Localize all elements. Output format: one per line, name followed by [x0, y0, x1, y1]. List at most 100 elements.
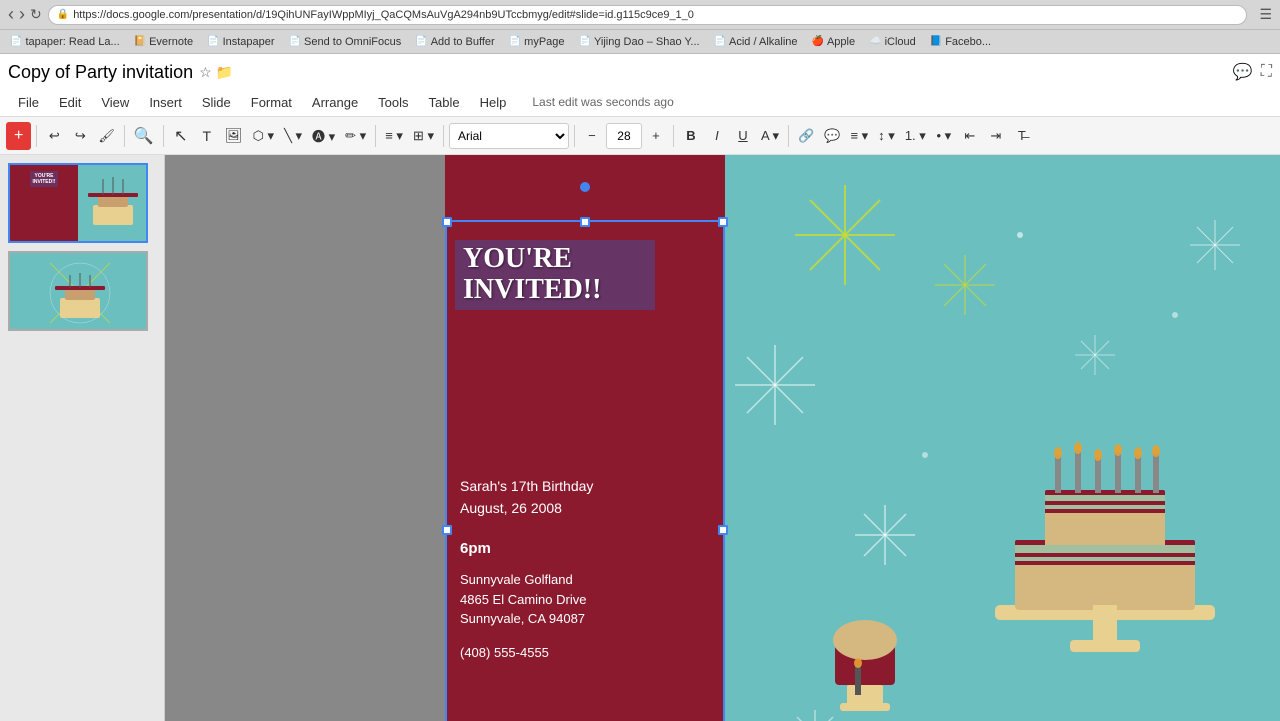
handle-middle-right[interactable]: [718, 525, 728, 535]
event-phone: (408) 555-4555: [460, 645, 549, 660]
toolbar: + ↩ ↪ 🖌 🔍 ↖ T 🖼 ⬡ ▾ ╲ ▾ 🅐 ▾ ✏ ▾ ≡ ▾ ⊞ ▾ …: [0, 117, 1280, 155]
slide-right-panel: [725, 155, 1280, 721]
line-spacing-button[interactable]: ↕ ▾: [874, 122, 899, 150]
text-tool[interactable]: T: [195, 122, 219, 150]
url-bar[interactable]: 🔒 https://docs.google.com/presentation/d…: [48, 5, 1248, 25]
line-color-button[interactable]: ✏ ▾: [341, 122, 370, 150]
bookmark-omnifocus[interactable]: 📄 Send to OmniFocus: [283, 34, 408, 50]
divider-5: [443, 125, 444, 147]
lock-icon: 🔒: [57, 9, 69, 20]
event-details: Sarah's 17th Birthday August, 26 2008: [460, 475, 593, 520]
bold-button[interactable]: B: [679, 122, 703, 150]
canvas-area: YOU'RE INVITED!! Sarah's 17th Birthday A…: [165, 155, 1280, 721]
forward-button[interactable]: ›: [19, 4, 25, 25]
browser-bar: ‹ › ↻ 🔒 https://docs.google.com/presenta…: [0, 0, 1280, 30]
bookmark-facebook[interactable]: 📘 Facebo...: [924, 34, 997, 50]
divider-6: [574, 125, 575, 147]
text-align-button[interactable]: ≡ ▾: [381, 122, 407, 150]
handle-top-middle[interactable]: [580, 217, 590, 227]
divider-3: [163, 125, 164, 147]
zoom-button[interactable]: 🔍: [130, 122, 158, 150]
bookmark-mypage[interactable]: 📄 myPage: [503, 34, 571, 50]
menu-bar: File Edit View Insert Slide Format Arran…: [8, 88, 1272, 116]
title-icons: ☆ 📁: [199, 64, 233, 81]
bookmark-apple[interactable]: 🍎 Apple: [806, 34, 862, 50]
menu-table[interactable]: Table: [419, 91, 470, 114]
font-size-decrease[interactable]: −: [580, 122, 604, 150]
expand-icon[interactable]: ⛶: [1261, 63, 1272, 81]
invited-title: YOU'RE INVITED!!: [455, 240, 655, 310]
header-right: 💬 ⛶: [1233, 62, 1272, 82]
menu-tools[interactable]: Tools: [368, 91, 418, 114]
paint-format-button[interactable]: 🖌: [94, 122, 119, 150]
divider-1: [36, 125, 37, 147]
shape-tool[interactable]: ⬡ ▾: [249, 122, 279, 150]
bookmark-evernote[interactable]: 📔 Evernote: [128, 34, 199, 50]
image-tool[interactable]: 🖼: [221, 122, 247, 150]
text-align-horiz[interactable]: ≡ ▾: [846, 122, 872, 150]
menu-slide[interactable]: Slide: [192, 91, 241, 114]
doc-title-row: Copy of Party invitation ☆ 📁 💬 ⛶: [8, 58, 1272, 88]
underline-button[interactable]: U: [731, 122, 755, 150]
indent-decrease[interactable]: ⇤: [958, 122, 982, 150]
new-slide-button[interactable]: +: [6, 122, 31, 150]
fill-color-button[interactable]: 🅐 ▾: [308, 122, 339, 150]
divider-4: [375, 125, 376, 147]
bookmark-tapaper[interactable]: 📄 tapaper: Read La...: [4, 34, 126, 50]
line-tool[interactable]: ╲ ▾: [280, 122, 306, 150]
divider-8: [788, 125, 789, 147]
font-size-increase[interactable]: +: [644, 122, 668, 150]
divider-7: [673, 125, 674, 147]
select-tool[interactable]: ↖: [169, 122, 193, 150]
url-text: https://docs.google.com/presentation/d/1…: [73, 9, 694, 21]
font-family-select[interactable]: Arial: [449, 123, 569, 149]
undo-button[interactable]: ↩: [42, 122, 66, 150]
event-time: 6pm: [460, 540, 491, 557]
settings-icon[interactable]: ☰: [1259, 6, 1272, 23]
list-unordered-button[interactable]: • ▾: [932, 122, 956, 150]
bookmark-yijing[interactable]: 📄 Yijing Dao – Shao Y...: [573, 34, 706, 50]
handle-rotate[interactable]: [580, 182, 590, 192]
handle-top-right[interactable]: [718, 217, 728, 227]
bookmark-buffer[interactable]: 📄 Add to Buffer: [409, 34, 500, 50]
last-edit: Last edit was seconds ago: [532, 95, 673, 109]
indent-increase[interactable]: ⇥: [984, 122, 1008, 150]
redo-button[interactable]: ↪: [68, 122, 92, 150]
menu-edit[interactable]: Edit: [49, 91, 91, 114]
menu-view[interactable]: View: [91, 91, 139, 114]
link-button[interactable]: 🔗: [794, 122, 818, 150]
italic-button[interactable]: I: [705, 122, 729, 150]
divider-2: [124, 125, 125, 147]
menu-format[interactable]: Format: [241, 91, 302, 114]
bookmark-instapaper[interactable]: 📄 Instapaper: [201, 34, 280, 50]
app-header: Copy of Party invitation ☆ 📁 💬 ⛶ File Ed…: [0, 54, 1280, 117]
handle-middle-left[interactable]: [442, 525, 452, 535]
menu-arrange[interactable]: Arrange: [302, 91, 368, 114]
slide-thumb-1[interactable]: YOU'REINVITED!!: [8, 163, 148, 243]
grey-background: [165, 155, 445, 721]
chat-icon[interactable]: 💬: [1233, 62, 1253, 82]
menu-help[interactable]: Help: [470, 91, 517, 114]
bookmark-acid[interactable]: 📄 Acid / Alkaline: [708, 34, 804, 50]
font-color-button[interactable]: A ▾: [757, 122, 783, 150]
list-ordered-button[interactable]: 1. ▾: [901, 122, 930, 150]
menu-file[interactable]: File: [8, 91, 49, 114]
venue-details: Sunnyvale Golfland 4865 El Camino Drive …: [460, 570, 586, 629]
handle-top-left[interactable]: [442, 217, 452, 227]
back-button[interactable]: ‹: [8, 4, 14, 25]
slide-thumb-2[interactable]: [8, 251, 148, 331]
doc-title[interactable]: Copy of Party invitation: [8, 62, 193, 83]
clear-format-button[interactable]: T̶: [1010, 122, 1034, 150]
font-size-input[interactable]: 28: [606, 123, 642, 149]
main-area: YOU'REINVITED!!: [0, 155, 1280, 721]
folder-icon[interactable]: 📁: [216, 64, 233, 81]
bookmark-icloud[interactable]: ☁️ iCloud: [863, 34, 922, 50]
slides-panel: YOU'REINVITED!!: [0, 155, 165, 721]
menu-insert[interactable]: Insert: [139, 91, 192, 114]
comment-button[interactable]: 💬: [820, 122, 844, 150]
browser-actions: ☰: [1259, 6, 1272, 23]
text-format-button[interactable]: ⊞ ▾: [409, 122, 438, 150]
browser-controls: ‹ › ↻: [8, 4, 42, 25]
star-icon[interactable]: ☆: [199, 64, 212, 81]
refresh-button[interactable]: ↻: [30, 6, 42, 23]
